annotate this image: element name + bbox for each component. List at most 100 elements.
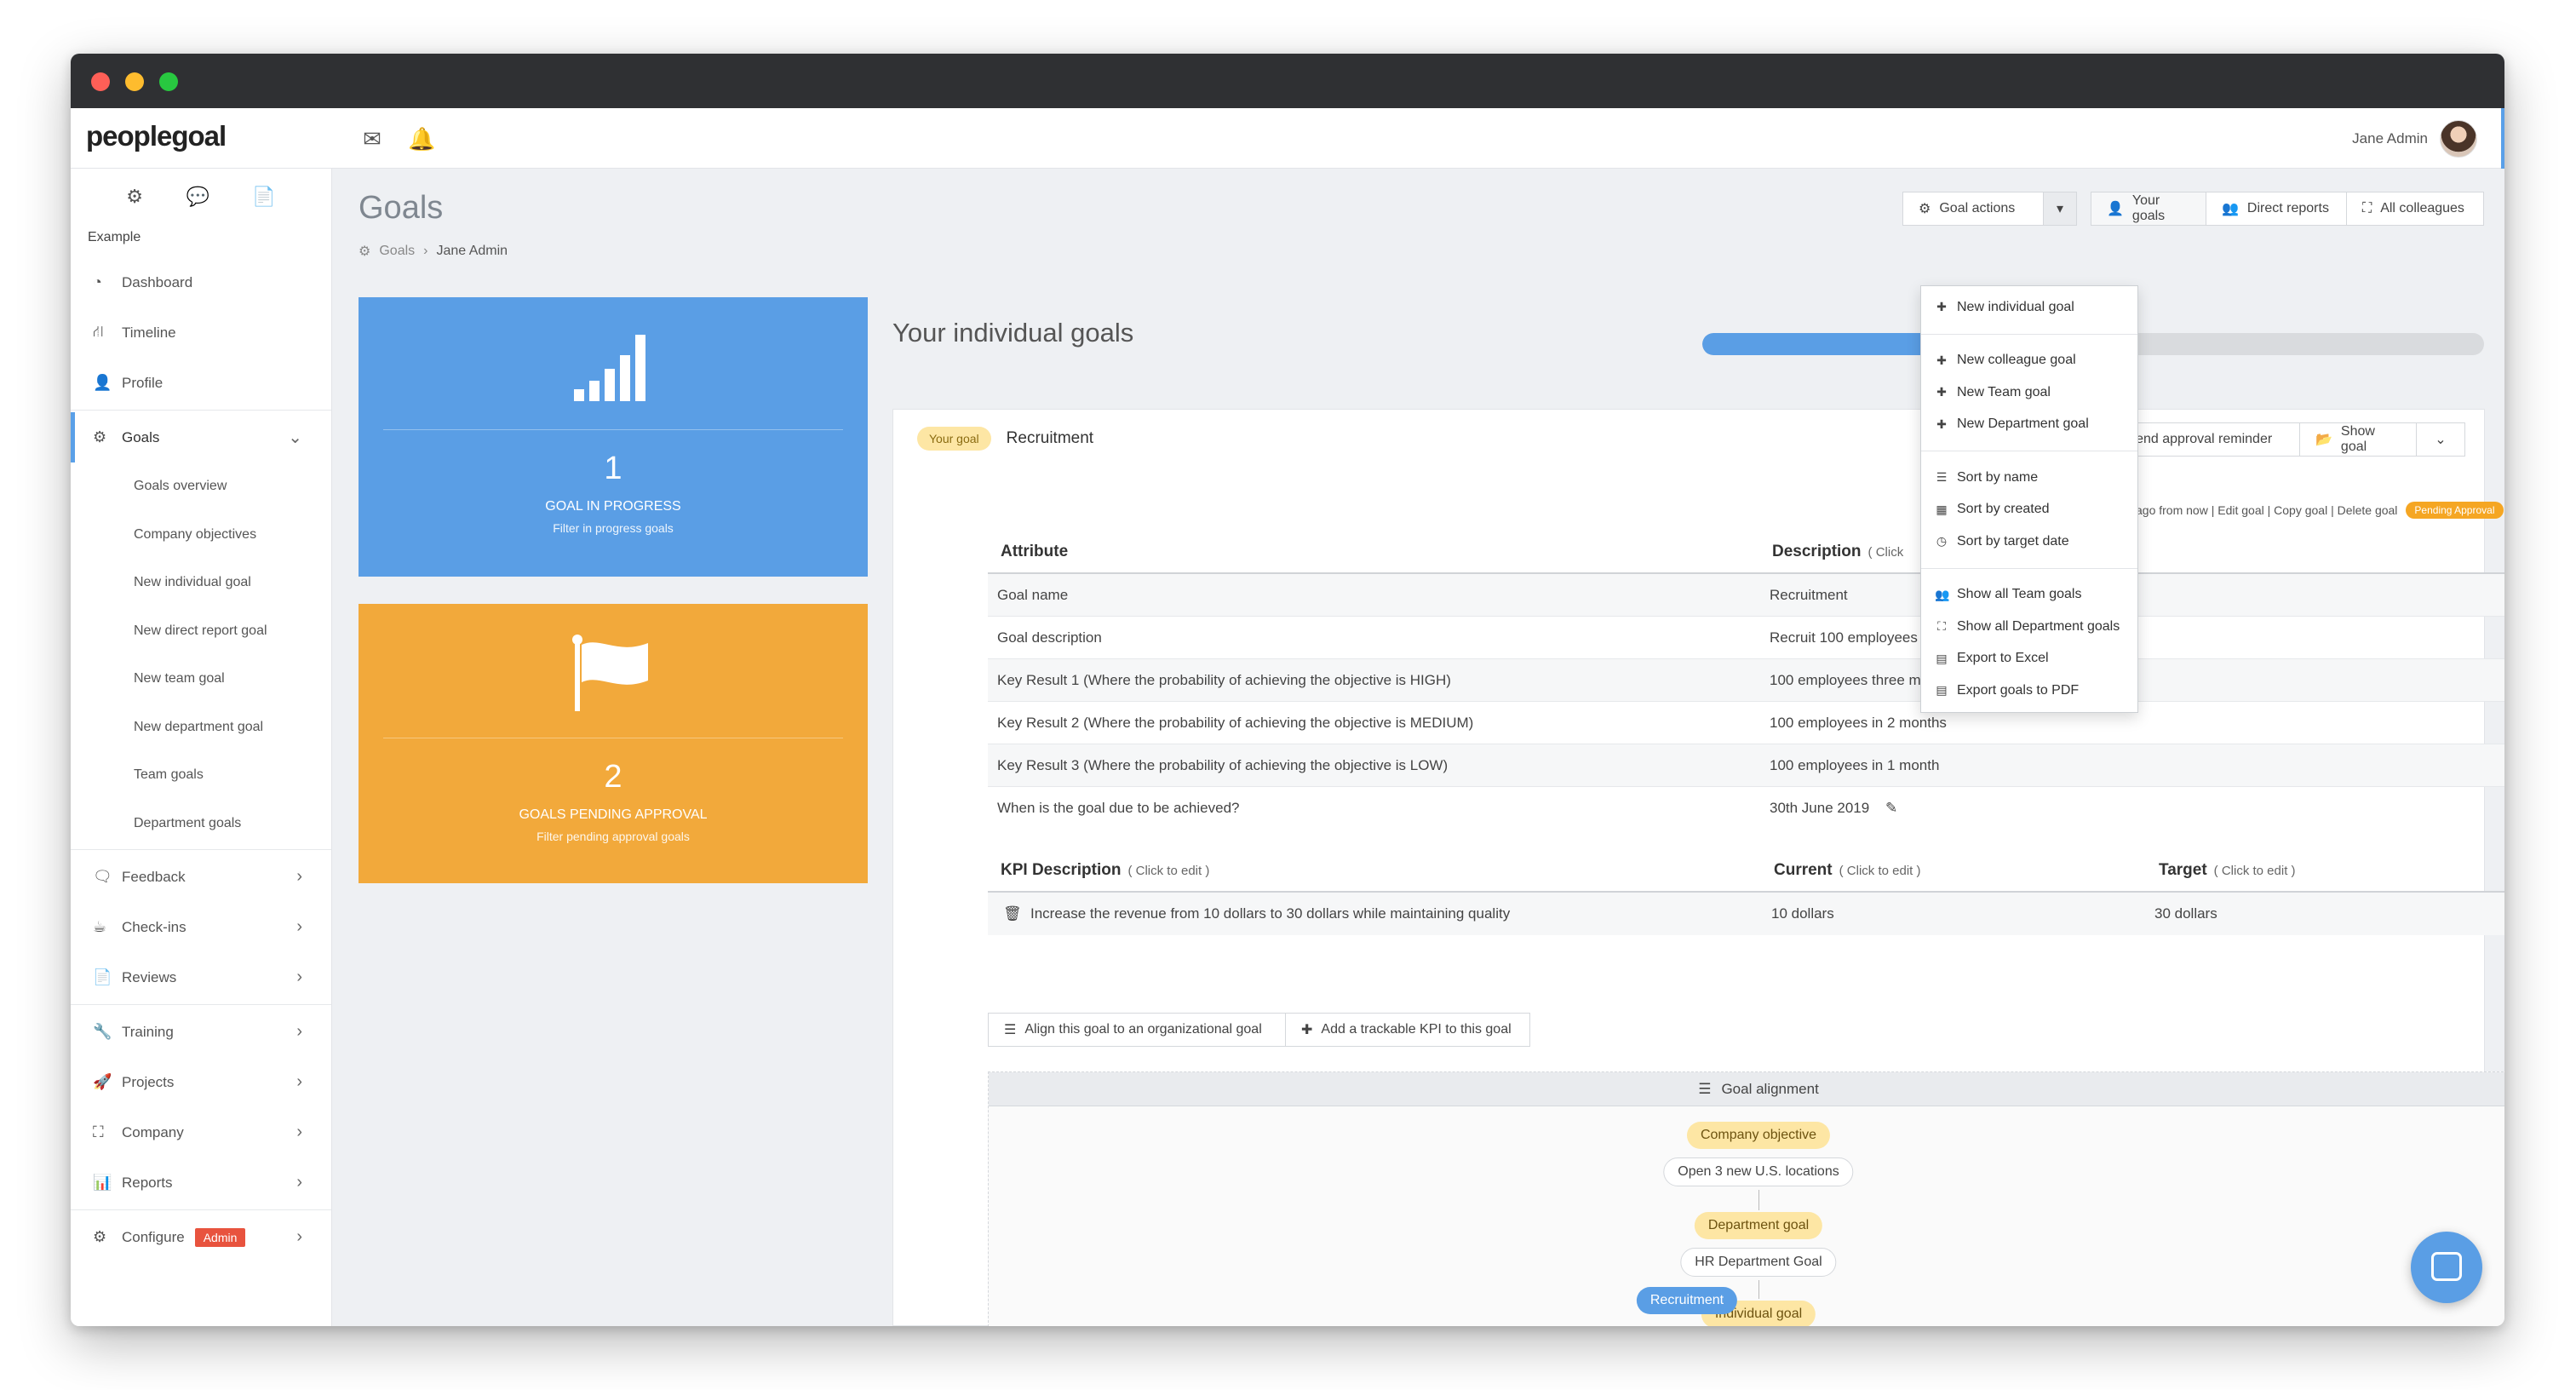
- dashboard-icon: ◔: [93, 273, 102, 290]
- menu-item-export-pdf[interactable]: ▤ Export goals to PDF: [1921, 675, 2137, 707]
- goal-header: Your goal Recruitment: [917, 427, 1093, 451]
- menu-item-new-colleague-goal[interactable]: ✚ New colleague goal: [1921, 345, 2137, 377]
- chevron-right-icon: ›: [296, 867, 302, 886]
- close-window-button[interactable]: [91, 72, 110, 91]
- pencil-icon[interactable]: ✎: [1885, 800, 1897, 816]
- menu-item-show-all-department-goals[interactable]: ⛶ Show all Department goals: [1921, 611, 2137, 643]
- trash-icon[interactable]: 🗑: [1003, 905, 1022, 922]
- your-goal-tag: Your goal: [917, 427, 991, 451]
- user-icon: 👤: [93, 374, 112, 391]
- sidebar-sub-department-goals[interactable]: Department goals: [71, 800, 331, 848]
- chevron-right-icon: ›: [296, 1123, 302, 1141]
- sidebar-item-timeline[interactable]: ⛙ Timeline: [71, 307, 331, 358]
- chevron-down-icon: ⌄: [2435, 433, 2447, 447]
- menu-item-sort-by-target-date[interactable]: ◷ Sort by target date: [1921, 526, 2137, 558]
- sidebar-item-dashboard[interactable]: ◔ Dashboard: [71, 257, 331, 307]
- pending-filter[interactable]: Filter pending approval goals: [359, 830, 868, 843]
- breadcrumb-goals[interactable]: Goals: [379, 244, 415, 259]
- goals-pending-card[interactable]: 2 GOALS PENDING APPROVAL Filter pending …: [359, 604, 868, 883]
- document-icon[interactable]: 📄: [252, 186, 275, 208]
- alignment-node-company[interactable]: Open 3 new U.S. locations: [1663, 1157, 1854, 1186]
- avatar: [2440, 120, 2477, 158]
- table-row: Key Result 2 (Where the probability of a…: [988, 702, 2504, 744]
- click-to-edit-hint[interactable]: ( Click: [1868, 545, 1904, 560]
- menu-item-sort-by-created[interactable]: ▦ Sort by created: [1921, 494, 2137, 526]
- road-icon: ⛙: [93, 322, 104, 340]
- sidebar-sub-new-direct-report-goal[interactable]: New direct report goal: [71, 607, 331, 656]
- minimize-window-button[interactable]: [125, 72, 144, 91]
- goal-alignment-box: ☰ Goal alignment Company objective Open 3…: [988, 1071, 2504, 1326]
- goal-actions-dropdown-toggle[interactable]: ▾: [2043, 192, 2077, 226]
- sidebar: ⚙ 💬 📄 Example ◔ Dashboard ⛙ Timeline 👤 Prof…: [71, 169, 332, 1326]
- sidebar-item-goals[interactable]: ⚙ Goals ⌄: [71, 412, 331, 462]
- chat-launcher-button[interactable]: [2411, 1232, 2482, 1303]
- menu-divider: [1921, 567, 2137, 569]
- sidebar-item-projects[interactable]: 🚀 Projects ›: [71, 1057, 331, 1107]
- your-goals-button[interactable]: 👤 Your goals: [2091, 192, 2206, 226]
- envelope-icon[interactable]: ✉: [360, 127, 384, 151]
- sidebar-item-reports[interactable]: 📊 Reports ›: [71, 1157, 331, 1208]
- sidebar-sub-company-objectives[interactable]: Company objectives: [71, 511, 331, 560]
- show-goal-button[interactable]: 📂 Show goal: [2299, 422, 2417, 457]
- goal-meta-links[interactable]: ago from now | Edit goal | Copy goal | D…: [2136, 502, 2504, 519]
- sidebar-sub-goals-overview[interactable]: Goals overview: [71, 462, 331, 511]
- app-window: peoplegoal ✉ 🔔 Jane Admin ⚙ 💬 📄 Example …: [71, 54, 2504, 1326]
- in-progress-filter[interactable]: Filter in progress goals: [359, 521, 868, 535]
- all-colleagues-button[interactable]: ⛶ All colleagues: [2346, 192, 2484, 226]
- description-header: Description( Click: [1772, 543, 1904, 560]
- caret-down-icon: ▾: [2056, 202, 2064, 216]
- plus-icon: ✚: [1301, 1023, 1313, 1037]
- plus-icon: ✚: [1936, 385, 1947, 399]
- alignment-node-department[interactable]: HR Department Goal: [1680, 1248, 1837, 1277]
- bell-icon[interactable]: 🔔: [408, 127, 435, 151]
- menu-item-show-all-team-goals[interactable]: 👥 Show all Team goals: [1921, 579, 2137, 612]
- file-icon: 📄: [93, 968, 112, 985]
- chevron-right-icon: ›: [296, 1022, 302, 1041]
- alignment-node-current-goal[interactable]: Recruitment: [1636, 1287, 1738, 1314]
- sidebar-item-company[interactable]: ⛶ Company ›: [71, 1107, 331, 1157]
- sidebar-item-profile[interactable]: 👤 Profile: [71, 358, 331, 408]
- goals-in-progress-card[interactable]: 1 GOAL IN PROGRESS Filter in progress go…: [359, 297, 868, 577]
- org-chart-icon: ⛶: [93, 1123, 104, 1140]
- goal-actions-dropdown: ✚ New individual goal ✚ New colleague goal…: [1920, 285, 2138, 713]
- file-pdf-icon: ▤: [1936, 683, 1948, 698]
- sidebar-item-training[interactable]: 🔧 Training ›: [71, 1007, 331, 1057]
- sidebar-item-reviews[interactable]: 📄 Reviews ›: [71, 952, 331, 1002]
- app-logo[interactable]: peoplegoal: [86, 120, 227, 152]
- goal-options-toggle[interactable]: ⌄: [2416, 422, 2465, 457]
- user-icon: 👤: [2107, 202, 2124, 216]
- menu-item-sort-by-name[interactable]: ☰ Sort by name: [1921, 462, 2137, 494]
- maximize-window-button[interactable]: [159, 72, 178, 91]
- sidebar-sub-new-department-goal[interactable]: New department goal: [71, 704, 331, 752]
- gears-icon[interactable]: ⚙: [126, 186, 143, 208]
- align-goal-button[interactable]: ☰ Align this goal to an organizational go…: [988, 1013, 1286, 1047]
- gears-icon: ⚙: [93, 428, 107, 445]
- breadcrumb-user: Jane Admin: [436, 244, 508, 258]
- plus-icon: ✚: [1936, 353, 1947, 367]
- chat-bubbles-icon[interactable]: 💬: [186, 186, 209, 208]
- org-chart-icon: ⛶: [1937, 619, 1946, 634]
- goal-name[interactable]: Recruitment: [1007, 429, 1093, 448]
- sidebar-item-configure[interactable]: ⚙ Configure Admin ›: [71, 1212, 331, 1262]
- menu-item-new-department-goal[interactable]: ✚ New Department goal: [1921, 409, 2137, 441]
- sidebar-sub-new-team-goal[interactable]: New team goal: [71, 655, 331, 704]
- sidebar-sub-team-goals[interactable]: Team goals: [71, 751, 331, 800]
- window-titlebar: [71, 54, 2504, 108]
- menu-item-export-excel[interactable]: ▤ Export to Excel: [1921, 643, 2137, 675]
- direct-reports-button[interactable]: 👥 Direct reports: [2206, 192, 2347, 226]
- chevron-right-icon: ›: [296, 1227, 302, 1246]
- sidebar-item-check-ins[interactable]: ☕ Check-ins ›: [71, 902, 331, 952]
- sidebar-sub-new-individual-goal[interactable]: New individual goal: [71, 559, 331, 607]
- sidebar-item-feedback[interactable]: 🗨 Feedback ›: [71, 852, 331, 902]
- user-menu[interactable]: Jane Admin: [2352, 117, 2477, 161]
- coffee-icon: ☕: [93, 918, 107, 935]
- in-progress-count: 1: [604, 451, 622, 486]
- plus-icon: ✚: [1936, 300, 1947, 314]
- add-kpi-button[interactable]: ✚ Add a trackable KPI to this goal: [1285, 1013, 1530, 1047]
- alignment-connector: [1758, 1190, 1759, 1210]
- menu-item-new-team-goal[interactable]: ✚ New Team goal: [1921, 376, 2137, 409]
- in-progress-label: GOAL IN PROGRESS: [545, 499, 681, 514]
- goal-actions-button[interactable]: ⚙ Goal actions: [1902, 192, 2044, 226]
- menu-item-new-individual-goal[interactable]: ✚ New individual goal: [1921, 291, 2137, 324]
- chevron-right-icon: ›: [296, 1173, 302, 1192]
